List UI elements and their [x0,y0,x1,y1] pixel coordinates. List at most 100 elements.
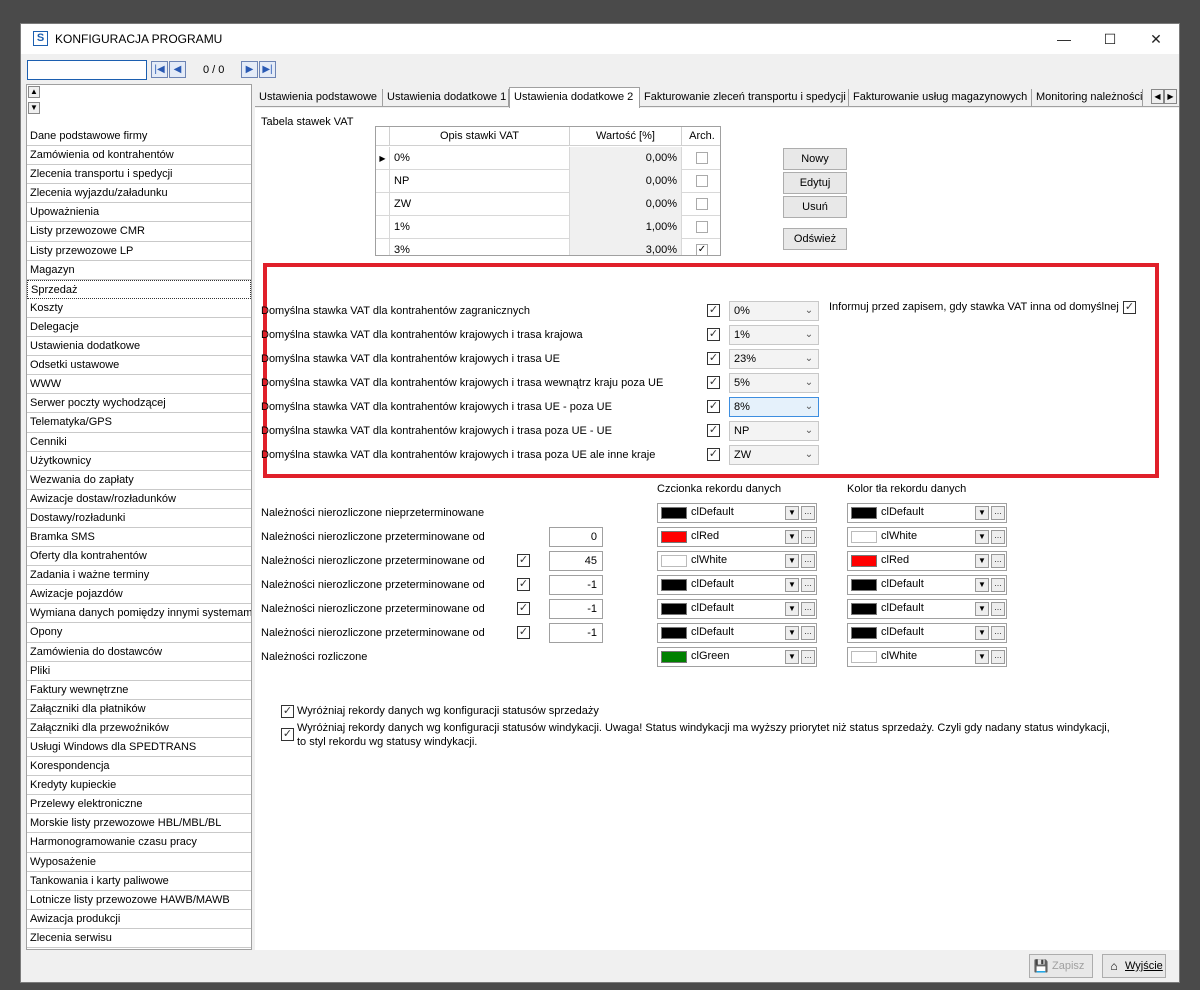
dropdown-arrow-icon[interactable]: ▼ [785,602,799,616]
dropdown-arrow-icon[interactable]: ▼ [975,554,989,568]
bg-color-picker[interactable]: clDefault ▼… [847,623,1007,643]
sidebar-item[interactable]: Oferty dla kontrahentów [27,547,251,567]
default-vat-select[interactable]: 23% ⌄ [729,349,819,369]
sidebar-item[interactable]: Lotnicze listy przewozowe HAWB/MAWB [27,891,251,910]
sales-status-checkbox[interactable]: ✓ [281,705,294,718]
save-button[interactable]: 💾 Zapisz [1029,954,1093,978]
sidebar-item[interactable]: WWW [27,375,251,395]
scroll-down-icon[interactable]: ▼ [28,102,40,114]
vat-desc-cell[interactable]: 3% [390,239,570,255]
dropdown-arrow-icon[interactable]: ▼ [785,530,799,544]
days-input[interactable]: 45 [549,551,603,571]
tab-0[interactable]: Ustawienia podstawowe [255,89,383,107]
delete-button[interactable]: Usuń [783,196,847,218]
prev-record-button[interactable]: ◀ [169,61,186,78]
sidebar-item[interactable]: Dostawy/rozładunki [27,509,251,528]
bg-color-picker[interactable]: clDefault ▼… [847,575,1007,595]
sidebar-item[interactable]: Telematyka/GPS [27,413,251,433]
bg-color-picker[interactable]: clDefault ▼… [847,599,1007,619]
tab-2[interactable]: Ustawienia dodatkowe 2 [509,87,640,108]
days-input[interactable]: -1 [549,623,603,643]
dropdown-arrow-icon[interactable]: ▼ [975,602,989,616]
dropdown-arrow-icon[interactable]: ▼ [785,578,799,592]
tab-scroll[interactable]: ◀ ▶ [1151,89,1179,105]
sidebar-item[interactable]: Usługi Windows dla SPEDTRANS [27,738,251,758]
tab-5[interactable]: Monitoring należności [1032,89,1143,107]
sidebar-item[interactable]: Magazyn [27,261,251,280]
vat-value-cell[interactable]: 0,00% [570,193,682,216]
first-record-button[interactable]: |◀ [151,61,168,78]
font-color-picker[interactable]: clWhite ▼… [657,551,817,571]
default-vat-select[interactable]: 5% ⌄ [729,373,819,393]
ellipsis-icon[interactable]: … [801,530,815,544]
ellipsis-icon[interactable]: … [991,578,1005,592]
default-vat-checkbox[interactable]: ✓ [707,352,720,365]
default-vat-checkbox[interactable]: ✓ [707,400,720,413]
close-button[interactable]: ✕ [1133,24,1179,54]
sidebar-item[interactable]: Awizacje dostaw/rozładunków [27,490,251,509]
dropdown-arrow-icon[interactable]: ▼ [785,650,799,664]
ellipsis-icon[interactable]: … [801,554,815,568]
sidebar-item[interactable]: Delegacje [27,318,251,338]
sidebar-item[interactable]: Dane podstawowe firmy [27,127,251,147]
bg-color-picker[interactable]: clDefault ▼… [847,503,1007,523]
exit-button[interactable]: ⌂ Wyjście [1102,954,1166,978]
grid-header-arch[interactable]: Arch. [682,127,720,146]
sidebar-item[interactable]: Opony [27,623,251,643]
dropdown-arrow-icon[interactable]: ▼ [975,626,989,640]
sidebar-item[interactable]: Zlecenia transportu i spedycji [27,165,251,185]
ellipsis-icon[interactable]: … [801,650,815,664]
ellipsis-icon[interactable]: … [801,506,815,520]
ellipsis-icon[interactable]: … [991,506,1005,520]
font-color-picker[interactable]: clDefault ▼… [657,503,817,523]
sidebar-item[interactable]: Wezwania do zapłaty [27,471,251,490]
sidebar-item[interactable]: Użytkownicy [27,452,251,471]
grid-header-desc[interactable]: Opis stawki VAT [390,127,570,146]
ellipsis-icon[interactable]: … [991,602,1005,616]
font-color-picker[interactable]: clDefault ▼… [657,623,817,643]
next-record-button[interactable]: ▶ [241,61,258,78]
sidebar-item[interactable]: Zlecenia wyjazdu/załadunku [27,184,251,204]
vat-value-cell[interactable]: 3,00% [570,239,682,255]
receivable-checkbox[interactable]: ✓ [517,602,530,615]
default-vat-checkbox[interactable]: ✓ [707,328,720,341]
font-color-picker[interactable]: clRed ▼… [657,527,817,547]
default-vat-checkbox[interactable]: ✓ [707,376,720,389]
last-record-button[interactable]: ▶| [259,61,276,78]
sidebar-item[interactable]: Odsetki ustawowe [27,356,251,376]
table-row[interactable]: ▶ 0% 0,00% [376,147,720,170]
sidebar-item[interactable]: Serwer poczty wychodzącej [27,394,251,414]
default-vat-select[interactable]: 1% ⌄ [729,325,819,345]
minimize-button[interactable]: — [1041,24,1087,54]
vindication-status-checkbox[interactable]: ✓ [281,728,294,741]
ellipsis-icon[interactable]: … [991,530,1005,544]
vat-arch-cell[interactable] [682,216,720,239]
table-row[interactable]: 1% 1,00% [376,216,720,239]
dropdown-arrow-icon[interactable]: ▼ [785,626,799,640]
sidebar-item[interactable]: Korespondencja [27,757,251,777]
dropdown-arrow-icon[interactable]: ▼ [785,554,799,568]
arch-checkbox[interactable] [696,152,708,164]
ellipsis-icon[interactable]: … [801,626,815,640]
sidebar-item[interactable]: Załączniki dla płatników [27,700,251,719]
default-vat-checkbox[interactable]: ✓ [707,448,720,461]
tab-3[interactable]: Fakturowanie zleceń transportu i spedycj… [640,89,849,107]
sidebar-item[interactable]: Kredyty kupieckie [27,776,251,796]
days-input[interactable]: 0 [549,527,603,547]
table-row[interactable]: ZW 0,00% [376,193,720,216]
sidebar-item[interactable]: Koszty [27,299,251,318]
sidebar-item[interactable]: Awizacja produkcji [27,910,251,929]
days-input[interactable]: -1 [549,599,603,619]
dropdown-arrow-icon[interactable]: ▼ [785,506,799,520]
default-vat-checkbox[interactable]: ✓ [707,424,720,437]
table-row[interactable]: 3% 3,00% ✓ [376,239,720,255]
sidebar-item[interactable]: Sprzedaż [27,279,251,299]
vat-desc-cell[interactable]: 0% [390,147,570,170]
bg-color-picker[interactable]: clRed ▼… [847,551,1007,571]
font-color-picker[interactable]: clGreen ▼… [657,647,817,667]
sidebar-item[interactable]: Faktury wewnętrzne [27,681,251,700]
font-color-picker[interactable]: clDefault ▼… [657,575,817,595]
font-color-picker[interactable]: clDefault ▼… [657,599,817,619]
tab-1[interactable]: Ustawienia dodatkowe 1 [383,89,509,107]
inform-checkbox[interactable]: ✓ [1123,301,1136,314]
